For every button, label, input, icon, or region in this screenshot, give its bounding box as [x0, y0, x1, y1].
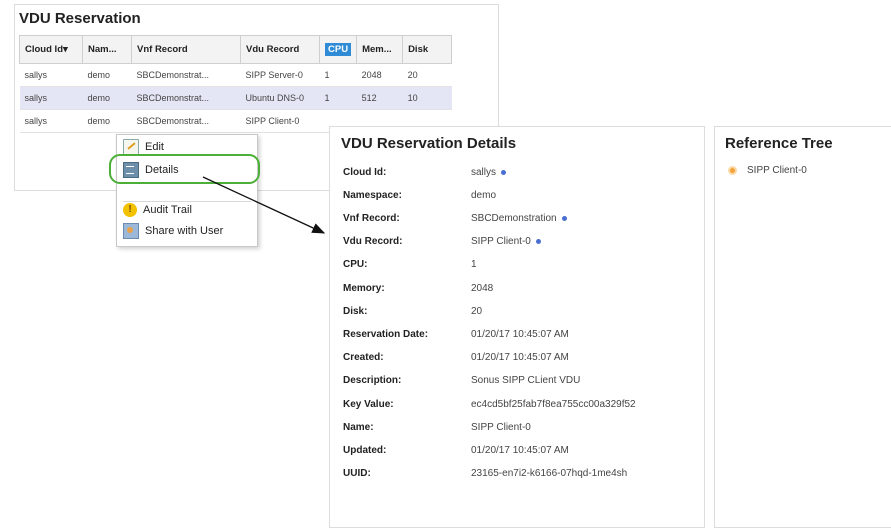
detail-value[interactable]: sallys — [471, 166, 507, 178]
detail-row: Created: 01/20/17 10:45:07 AM — [343, 350, 569, 366]
detail-label: Updated: — [343, 444, 387, 456]
detail-label: Namespace: — [343, 189, 402, 201]
detail-label: Created: — [343, 352, 384, 364]
tree-node[interactable]: SIPP Client-0 — [728, 165, 807, 176]
info-link-icon[interactable] — [535, 239, 541, 245]
detail-value: 2048 — [471, 283, 493, 294]
reference-tree-title: Reference Tree — [725, 135, 833, 152]
detail-value-text: 20 — [471, 305, 483, 317]
node-icon — [728, 166, 737, 175]
detail-value: 01/20/17 10:45:07 AM — [471, 445, 569, 456]
detail-value: 20 — [471, 306, 482, 317]
detail-value: SIPP Client-0 — [471, 422, 531, 433]
detail-label: CPU: — [343, 259, 368, 271]
detail-value: 23165-en7i2-k6166-07hqd-1me4sh — [471, 468, 627, 479]
detail-value: demo — [471, 190, 496, 201]
detail-value: 1 — [471, 259, 477, 270]
detail-label: Description: — [343, 375, 402, 387]
detail-row: UUID: 23165-en7i2-k6166-07hqd-1me4sh — [343, 466, 627, 482]
detail-label: Memory: — [343, 282, 385, 294]
info-link-icon[interactable] — [561, 215, 567, 221]
detail-row: Cloud Id: sallys — [343, 164, 507, 180]
detail-value-text: Sonus SIPP CLient VDU — [471, 375, 581, 387]
detail-row: Vdu Record: SIPP Client-0 — [343, 234, 541, 250]
detail-value-text: 1 — [471, 259, 477, 271]
detail-row: Updated: 01/20/17 10:45:07 AM — [343, 442, 569, 458]
detail-row: CPU: 1 — [343, 257, 477, 273]
detail-value-text: 2048 — [471, 282, 494, 294]
detail-row: Name: SIPP Client-0 — [343, 419, 531, 435]
detail-label: Vnf Record: — [343, 212, 400, 224]
detail-row: Key Value: ec4cd5bf25fab7f8ea755cc00a329f… — [343, 396, 636, 412]
detail-value-text: 23165-en7i2-k6166-07hqd-1me4sh — [471, 468, 628, 480]
detail-value: 01/20/17 10:45:07 AM — [471, 352, 569, 363]
tree-node-label: SIPP Client-0 — [747, 165, 807, 176]
detail-value-text: SIPP Client-0 — [471, 421, 531, 433]
details-title: VDU Reservation Details — [341, 135, 517, 152]
detail-value-text: demo — [471, 189, 497, 201]
detail-value-text: ec4cd5bf25fab7f8ea755cc00a329f52 — [471, 398, 636, 410]
detail-value-text: sallys — [471, 166, 497, 178]
info-link-icon[interactable] — [501, 169, 507, 175]
detail-row: Reservation Date: 01/20/17 10:45:07 AM — [343, 326, 569, 342]
detail-value-text: SBCDemonstration — [471, 212, 557, 224]
detail-value-text: 01/20/17 10:45:07 AM — [471, 328, 569, 340]
detail-value: Sonus SIPP CLient VDU — [471, 375, 580, 386]
detail-value[interactable]: SBCDemonstration — [471, 213, 567, 224]
detail-row: Disk: 20 — [343, 303, 482, 319]
reference-tree-panel: Reference Tree SIPP Client-0 — [714, 126, 891, 528]
detail-row: Description: Sonus SIPP CLient VDU — [343, 373, 580, 389]
detail-label: Name: — [343, 421, 374, 433]
detail-label: Disk: — [343, 305, 368, 317]
detail-value-text: 01/20/17 10:45:07 AM — [471, 444, 569, 456]
detail-label: Cloud Id: — [343, 166, 387, 178]
vdu-reservation-details-panel: VDU Reservation Details Cloud Id: sallys N… — [329, 126, 705, 528]
detail-row: Memory: 2048 — [343, 280, 493, 296]
detail-label: UUID: — [343, 468, 371, 480]
detail-row: Vnf Record: SBCDemonstration — [343, 210, 567, 226]
detail-value[interactable]: SIPP Client-0 — [471, 236, 541, 247]
detail-label: Reservation Date: — [343, 328, 429, 340]
detail-value: ec4cd5bf25fab7f8ea755cc00a329f52 — [471, 399, 636, 410]
detail-row: Namespace: demo — [343, 187, 496, 203]
detail-label: Key Value: — [343, 398, 394, 410]
detail-value-text: 01/20/17 10:45:07 AM — [471, 352, 569, 364]
detail-value: 01/20/17 10:45:07 AM — [471, 329, 569, 340]
detail-value-text: SIPP Client-0 — [471, 236, 531, 248]
detail-label: Vdu Record: — [343, 236, 403, 248]
